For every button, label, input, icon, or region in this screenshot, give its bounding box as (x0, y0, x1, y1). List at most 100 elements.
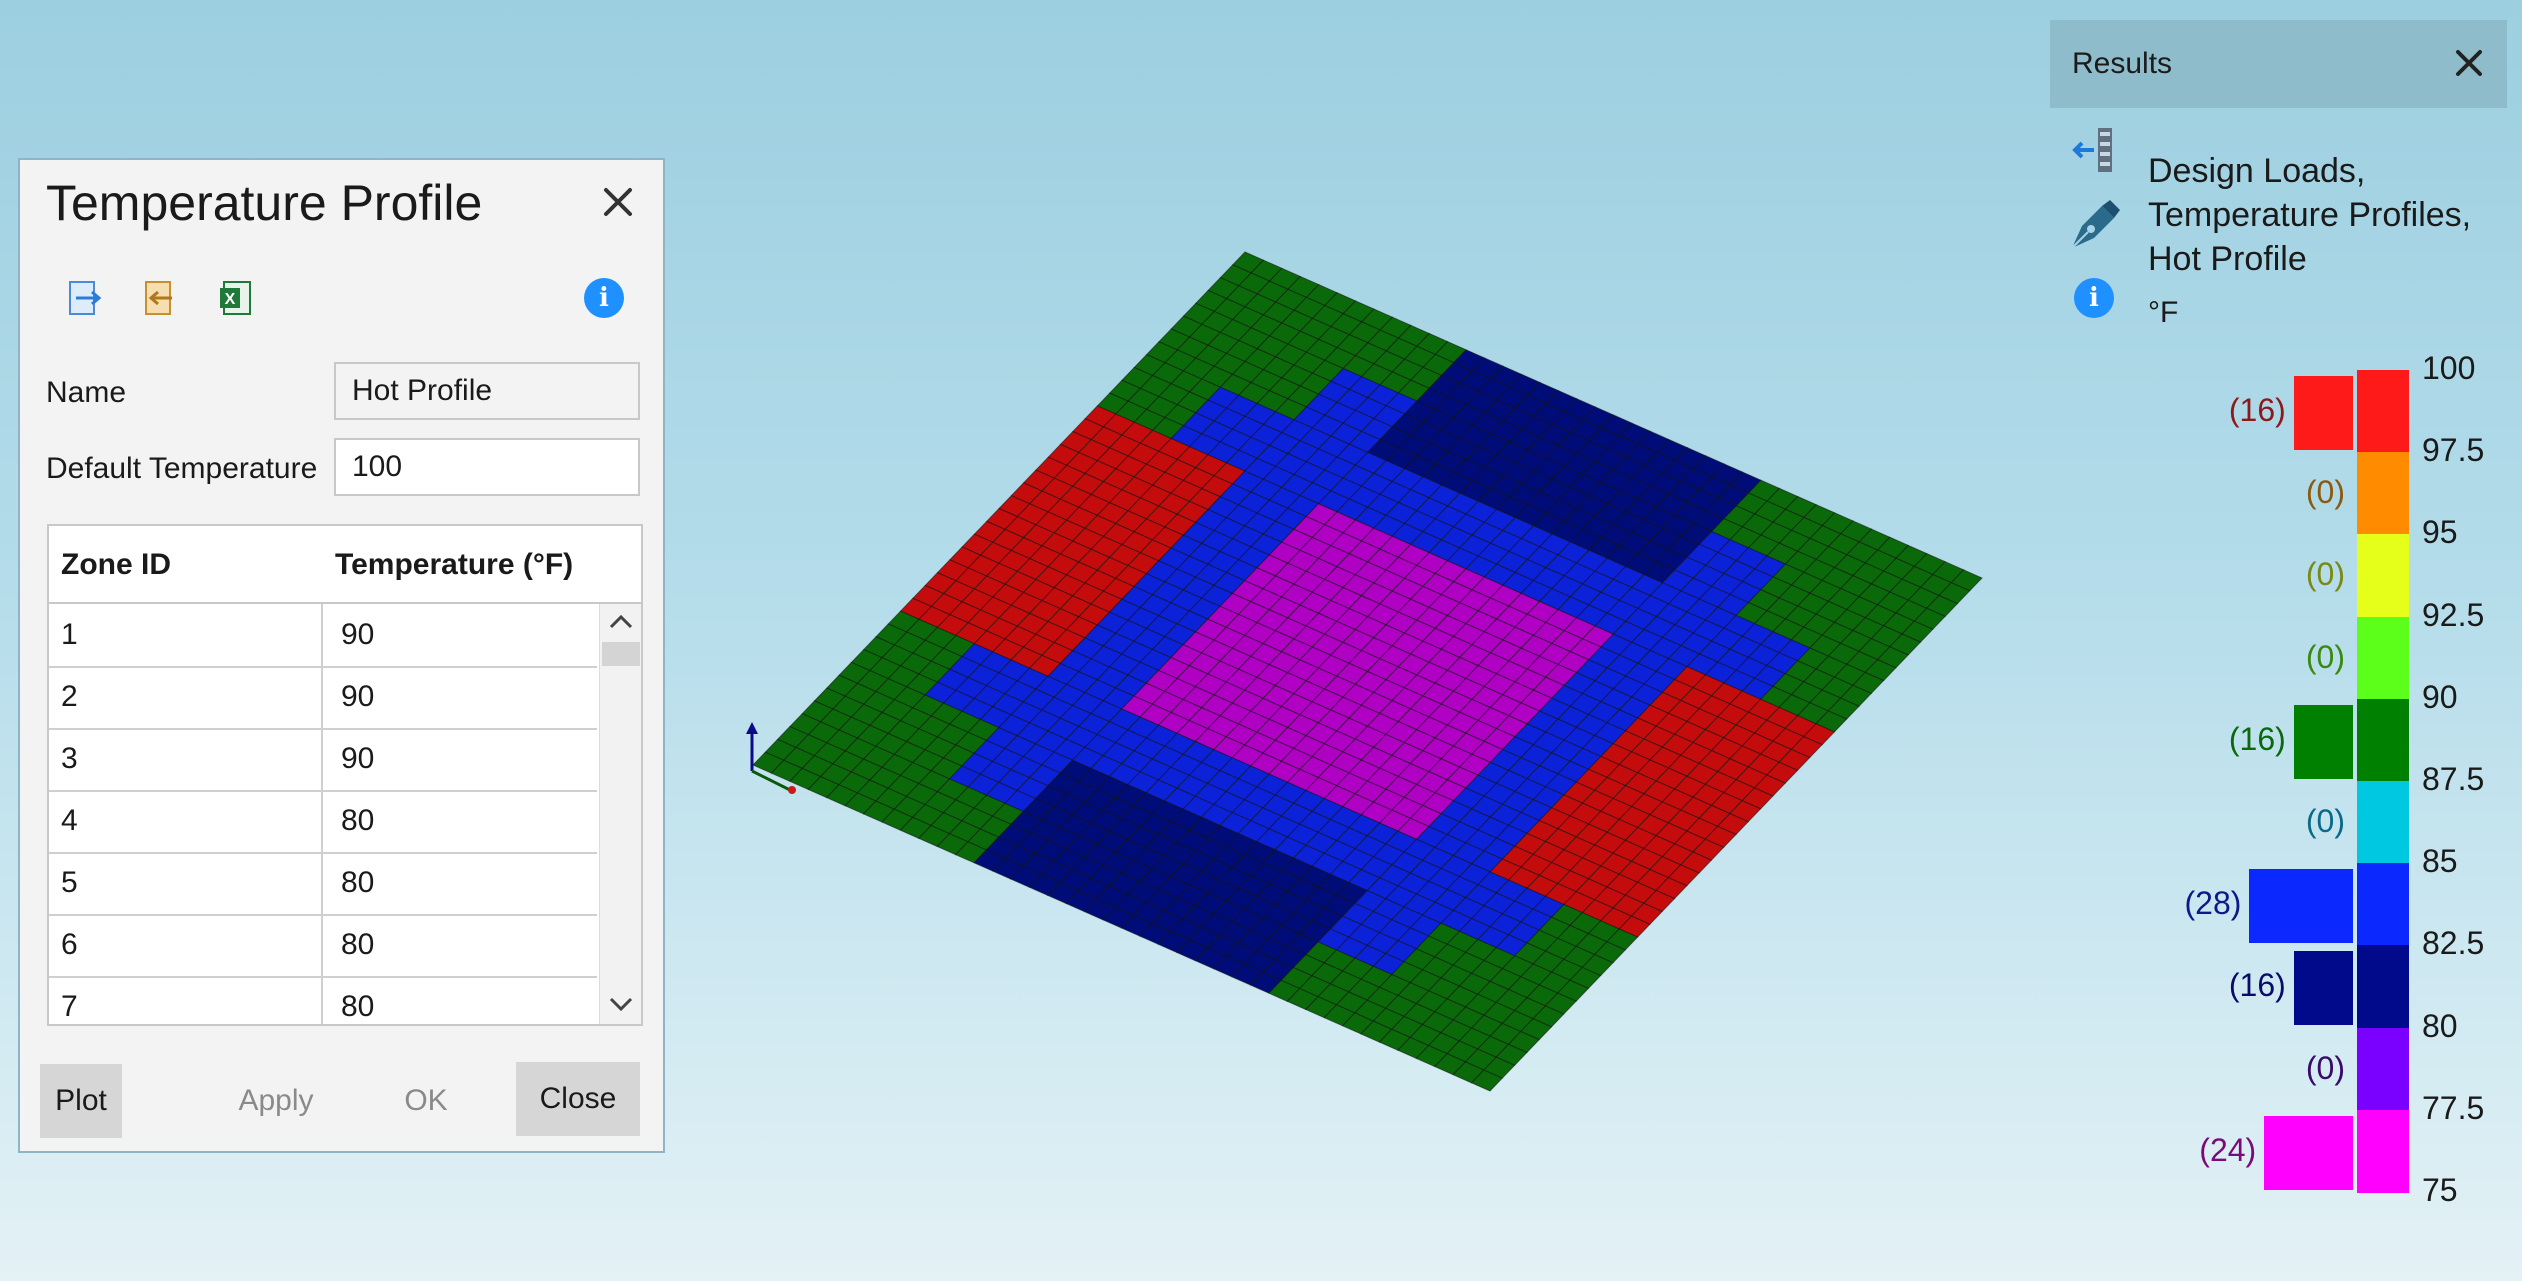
temperature-cell[interactable]: 80 (323, 976, 595, 1024)
name-label: Name (46, 376, 127, 409)
legend-color-segment (2357, 616, 2409, 700)
ok-button[interactable]: OK (386, 1064, 466, 1138)
legend-tick-label: 75 (2422, 1172, 2458, 1208)
table-row[interactable]: 5 80 (49, 852, 597, 916)
legend-count-label: (16) (2228, 720, 2286, 757)
table-row[interactable]: 2 90 (49, 666, 597, 730)
zone-id-value: 5 (61, 866, 78, 899)
temperature-cell[interactable]: 90 (323, 604, 595, 666)
info-icon[interactable]: i (584, 278, 624, 318)
plot-button[interactable]: Plot (40, 1064, 122, 1138)
table-row[interactable]: 3 90 (49, 728, 597, 792)
legend-color-segment (2357, 1109, 2409, 1193)
scrollbar-thumb[interactable] (602, 642, 640, 666)
legend-count-label: (0) (2305, 474, 2345, 511)
legend-tick-label: 82.5 (2422, 925, 2485, 962)
legend-count-label: (0) (2305, 556, 2345, 593)
table-row[interactable]: 7 80 (49, 976, 597, 1024)
legend-count-label: (16) (2228, 967, 2286, 1004)
pen-icon[interactable] (2064, 196, 2122, 254)
results-line-2: Temperature Profiles, (2148, 196, 2472, 234)
info-icon[interactable]: i (2074, 278, 2114, 318)
results-line-1: Design Loads, (2148, 152, 2366, 190)
legend-tick-label: 85 (2422, 843, 2458, 880)
histogram-bar (2293, 951, 2353, 1026)
table-row[interactable]: 4 80 (49, 790, 597, 854)
table-row[interactable]: 6 80 (49, 914, 597, 978)
scroll-up-icon[interactable] (606, 610, 636, 634)
zone-id-cell[interactable]: 3 (49, 728, 323, 790)
legend-tick-label: 90 (2422, 678, 2458, 715)
histogram-bar (2293, 376, 2353, 450)
results-unit: °F (2148, 296, 2179, 329)
temperature-cell[interactable]: 80 (323, 790, 595, 852)
legend-color-segment (2357, 698, 2409, 782)
table-row[interactable]: 1 90 (49, 604, 597, 668)
legend-tick-label: 95 (2422, 514, 2458, 551)
legend-color-segment (2357, 863, 2409, 947)
zone-id-value: 1 (61, 618, 78, 651)
import-icon[interactable] (66, 278, 106, 318)
svg-text:X: X (225, 291, 236, 308)
zone-id-cell[interactable]: 4 (49, 790, 323, 852)
zone-id-value: 6 (61, 928, 78, 961)
legend-tick-label: 100 (2422, 350, 2476, 386)
legend-color-segment (2357, 1027, 2409, 1111)
zone-id-cell[interactable]: 2 (49, 666, 323, 728)
legend-tick-label: 97.5 (2422, 432, 2485, 469)
close-icon[interactable] (2452, 46, 2486, 80)
legend-tick-label: 80 (2422, 1007, 2458, 1044)
dialog-title: Temperature Profile (46, 175, 483, 231)
legend-color-segment (2357, 452, 2409, 536)
results-panel-header: Results (2050, 20, 2507, 108)
zone-id-value: 3 (61, 742, 78, 775)
legend-count-label: (0) (2305, 1049, 2345, 1086)
legend-tick-label: 77.5 (2422, 1089, 2485, 1126)
temperature-value: 80 (341, 990, 375, 1023)
legend-tick-label: 92.5 (2422, 596, 2485, 633)
export-icon[interactable] (142, 278, 182, 318)
temperature-value: 80 (341, 804, 375, 837)
apply-button[interactable]: Apply (226, 1064, 326, 1138)
zone-id-value: 7 (61, 990, 78, 1023)
zone-id-cell[interactable]: 1 (49, 604, 323, 666)
temperature-value: 90 (341, 680, 375, 713)
scroll-down-icon[interactable] (606, 992, 636, 1016)
default-temperature-field[interactable]: 100 (334, 438, 640, 496)
results-line-3: Hot Profile (2148, 240, 2307, 278)
temperature-profile-dialog: Temperature Profile X i Name Hot Profile… (18, 158, 665, 1153)
histogram-bar (2293, 704, 2353, 779)
temperature-value: 80 (341, 866, 375, 899)
zone-id-cell[interactable]: 6 (49, 914, 323, 976)
temperature-value: 90 (341, 742, 375, 775)
temperature-plate-model (752, 251, 1983, 1092)
zone-id-cell[interactable]: 5 (49, 852, 323, 914)
table-scrollbar[interactable] (599, 604, 641, 1024)
column-header-temperature: Temperature (°F) (335, 548, 574, 581)
temperature-value: 80 (341, 928, 375, 961)
legend-count-label: (24) (2199, 1131, 2257, 1168)
temperature-cell[interactable]: 80 (323, 914, 595, 976)
histogram-bar (2249, 869, 2353, 944)
legend-color-segment (2357, 370, 2409, 454)
legend-count-label: (16) (2228, 392, 2286, 428)
temperature-cell[interactable]: 80 (323, 852, 595, 914)
zone-id-cell[interactable]: 7 (49, 976, 323, 1024)
legend-color-segment (2357, 534, 2409, 618)
name-field[interactable]: Hot Profile (334, 362, 640, 420)
zone-id-value: 2 (61, 680, 78, 713)
close-button[interactable]: Close (516, 1062, 640, 1136)
temperature-cell[interactable]: 90 (323, 666, 595, 728)
excel-icon[interactable]: X (218, 278, 258, 318)
legend-count-label: (28) (2184, 885, 2242, 922)
temperature-value: 90 (341, 618, 375, 651)
legend-color-segment (2357, 781, 2409, 865)
legend-tick-label: 87.5 (2422, 761, 2485, 797)
close-icon[interactable] (600, 184, 636, 220)
zone-temperature-table: Zone ID Temperature (°F) 1 90 2 90 3 90 4 80 5 80… (47, 524, 643, 1026)
legend-count-label: (0) (2305, 638, 2345, 675)
histogram-bar (2264, 1115, 2353, 1190)
temperature-cell[interactable]: 90 (323, 728, 595, 790)
collapse-panel-icon[interactable] (2068, 124, 2120, 176)
zone-id-value: 4 (61, 804, 78, 837)
